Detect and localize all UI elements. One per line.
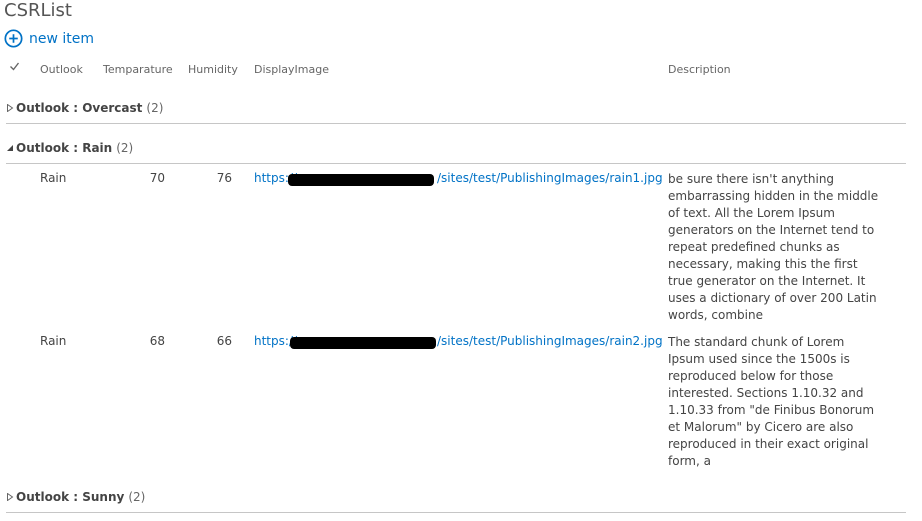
triangle-right-icon (7, 104, 14, 112)
cell-outlook: Rain (40, 334, 67, 348)
group-divider (6, 512, 906, 513)
triangle-down-icon (7, 145, 13, 151)
cell-humidity: 76 (216, 171, 232, 185)
cell-humidity: 66 (216, 334, 232, 348)
cell-description: The standard chunk of Lorem Ipsum used s… (668, 335, 875, 468)
column-header-humidity[interactable]: Humidity (188, 63, 238, 76)
group-count: (2) (128, 490, 146, 504)
column-header-description[interactable]: Description (668, 63, 731, 76)
cell-description: be sure there isn't anything embarrassin… (668, 172, 879, 322)
redaction-bar (290, 337, 436, 349)
cell-outlook: Rain (40, 171, 67, 185)
url-suffix: /sites/test/PublishingImages/rain1.jpg (437, 171, 663, 185)
redaction-bar (288, 174, 434, 186)
group-divider (6, 123, 906, 124)
url-suffix: /sites/test/PublishingImages/rain2.jpg (437, 334, 663, 348)
plus-circle-icon (4, 29, 23, 48)
new-item-label: new item (29, 30, 95, 47)
checkmark-icon[interactable] (9, 61, 20, 72)
group-divider (6, 163, 906, 164)
cell-temperature: 70 (149, 171, 165, 185)
group-header-overcast[interactable]: Outlook : Overcast (2) (6, 101, 163, 115)
column-header-displayimage[interactable]: DisplayImage (254, 63, 329, 76)
cell-temperature: 68 (149, 334, 165, 348)
group-label: Outlook : Rain (16, 141, 113, 155)
group-label: Outlook : Overcast (16, 101, 143, 115)
group-label: Outlook : Sunny (16, 490, 125, 504)
list-title: CSRList (4, 0, 72, 21)
triangle-right-icon (7, 493, 14, 501)
group-count: (2) (116, 141, 134, 155)
column-header-temperature[interactable]: Temparature (103, 63, 173, 76)
column-header-outlook[interactable]: Outlook (40, 63, 83, 76)
group-count: (2) (146, 101, 164, 115)
group-header-rain[interactable]: Outlook : Rain (2) (6, 141, 133, 155)
new-item-button[interactable]: new item (4, 29, 94, 48)
group-header-sunny[interactable]: Outlook : Sunny (2) (6, 490, 145, 504)
